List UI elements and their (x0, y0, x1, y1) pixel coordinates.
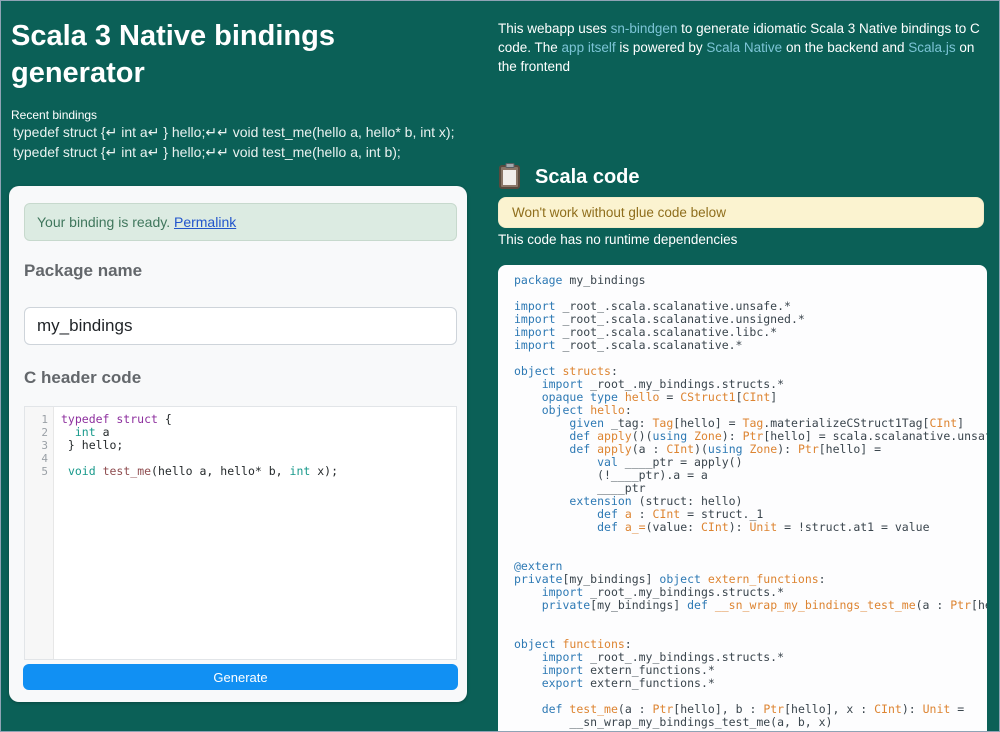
glue-code-warning: Won't work without glue code below (498, 197, 984, 228)
line-number: 4 (41, 452, 48, 465)
code-line: } hello; (61, 438, 124, 452)
binding-ready-alert: Your binding is ready. Permalink (24, 203, 457, 241)
code-line: void test_me(hello a, hello* b, int x); (67, 464, 339, 478)
editor-line-numbers: 12345 (25, 407, 54, 659)
scala-code-panel: package my_bindings import _root_.scala.… (498, 265, 987, 731)
binding-ready-text: Your binding is ready. (37, 214, 171, 230)
line-number: 2 (41, 426, 48, 439)
page-title: Scala 3 Native bindings generator (11, 20, 335, 89)
clipboard-icon (499, 163, 520, 189)
intro-link[interactable]: Scala Native (706, 40, 782, 55)
recent-bindings-list: typedef struct {↵ int a↵ } hello;↵↵ void… (13, 122, 483, 162)
code-line: export extern_functions.* (541, 676, 715, 690)
c-header-code-label: C header code (24, 368, 142, 387)
code-line: import _root_.scala.scalanative.* (514, 338, 743, 352)
app-screen: Scala 3 Native bindings generator Recent… (0, 0, 1000, 732)
c-header-code-area[interactable]: typedef struct { int a } hello; void tes… (54, 407, 456, 659)
c-header-editor[interactable]: 12345 typedef struct { int a } hello; vo… (24, 406, 457, 660)
permalink-link[interactable]: Permalink (174, 214, 236, 230)
code-line: package my_bindings (514, 273, 646, 287)
intro-link[interactable]: app itself (562, 40, 616, 55)
scala-code-title: Scala code (535, 165, 640, 188)
scala-code-header: Scala code (499, 163, 640, 189)
code-line: def a_=(value: CInt): Unit = !struct.at1… (597, 520, 930, 534)
line-number: 3 (41, 439, 48, 452)
code-line: __sn_wrap_my_bindings_test_me(a, b, x) (514, 715, 833, 729)
recent-bindings-label: Recent bindings (11, 108, 98, 122)
generate-button[interactable]: Generate (23, 664, 458, 690)
recent-binding-item[interactable]: typedef struct {↵ int a↵ } hello;↵↵ void… (13, 122, 483, 142)
recent-binding-item[interactable]: typedef struct {↵ int a↵ } hello;↵↵ void… (13, 142, 483, 162)
code-line: typedef struct { (61, 412, 172, 426)
package-name-label: Package name (24, 261, 143, 280)
runtime-dependencies-note: This code has no runtime dependencies (498, 232, 738, 247)
intro-paragraph: This webapp uses sn-bindgen to generate … (498, 21, 980, 74)
line-number: 5 (41, 465, 48, 478)
generator-form-card: Your binding is ready. Permalink Package… (9, 186, 467, 702)
intro-link[interactable]: sn-bindgen (611, 21, 678, 36)
intro-link[interactable]: Scala.js (908, 40, 955, 55)
line-number: 1 (41, 413, 48, 426)
code-line: private[my_bindings] def __sn_wrap_my_bi… (541, 598, 987, 612)
package-name-input[interactable] (24, 307, 457, 345)
